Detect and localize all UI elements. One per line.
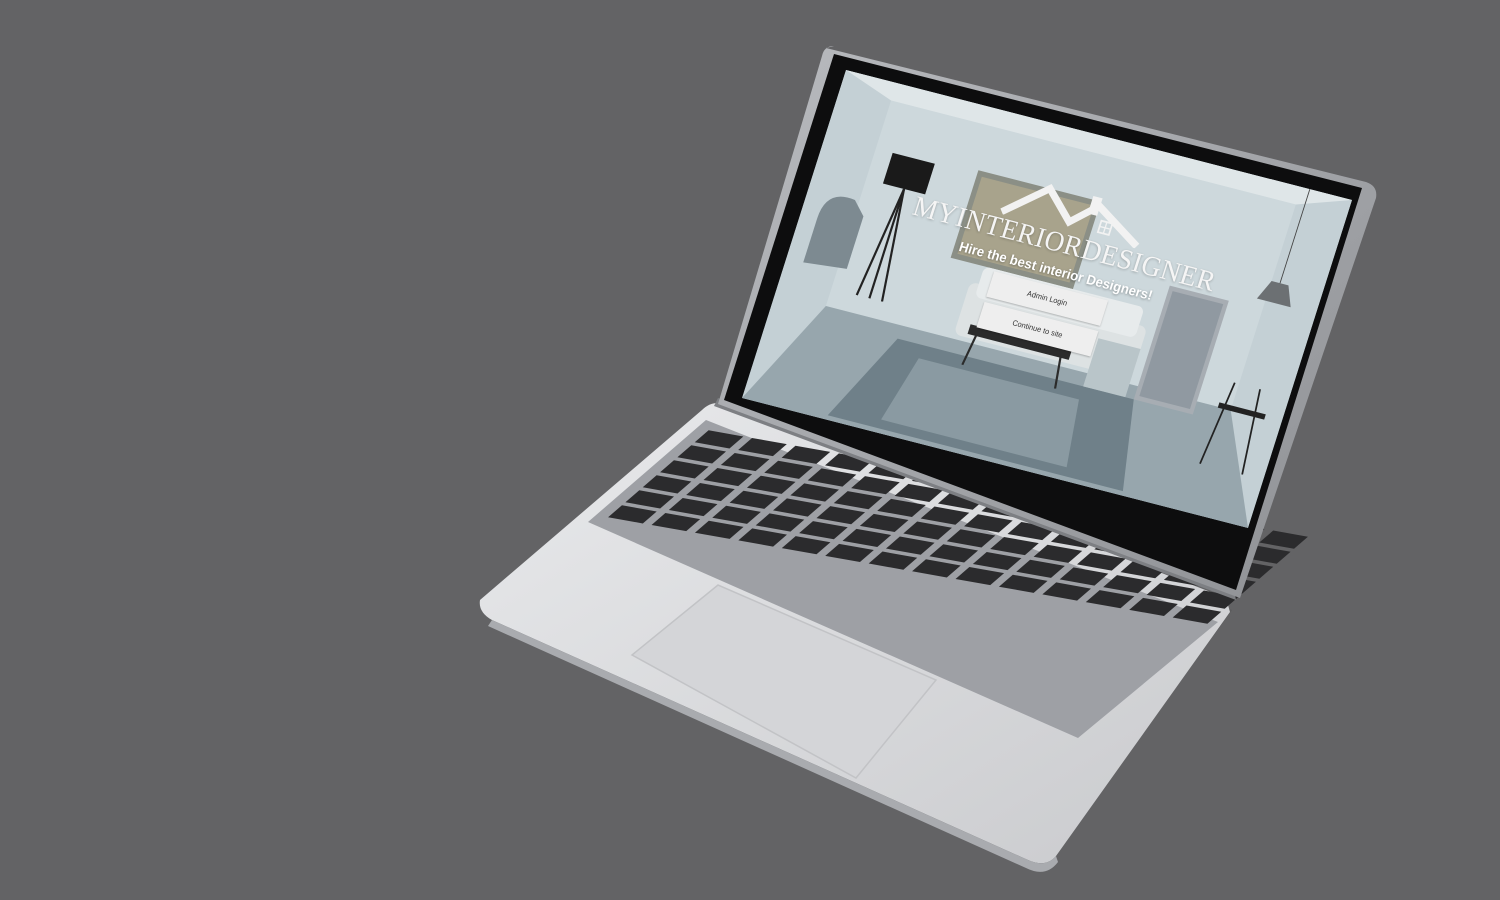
laptop-illustration <box>479 46 1377 872</box>
laptop-mockup-scene: MYINTERIORDESIGNER Hire the best interio… <box>0 0 1500 900</box>
keyboard-key <box>1259 530 1308 549</box>
